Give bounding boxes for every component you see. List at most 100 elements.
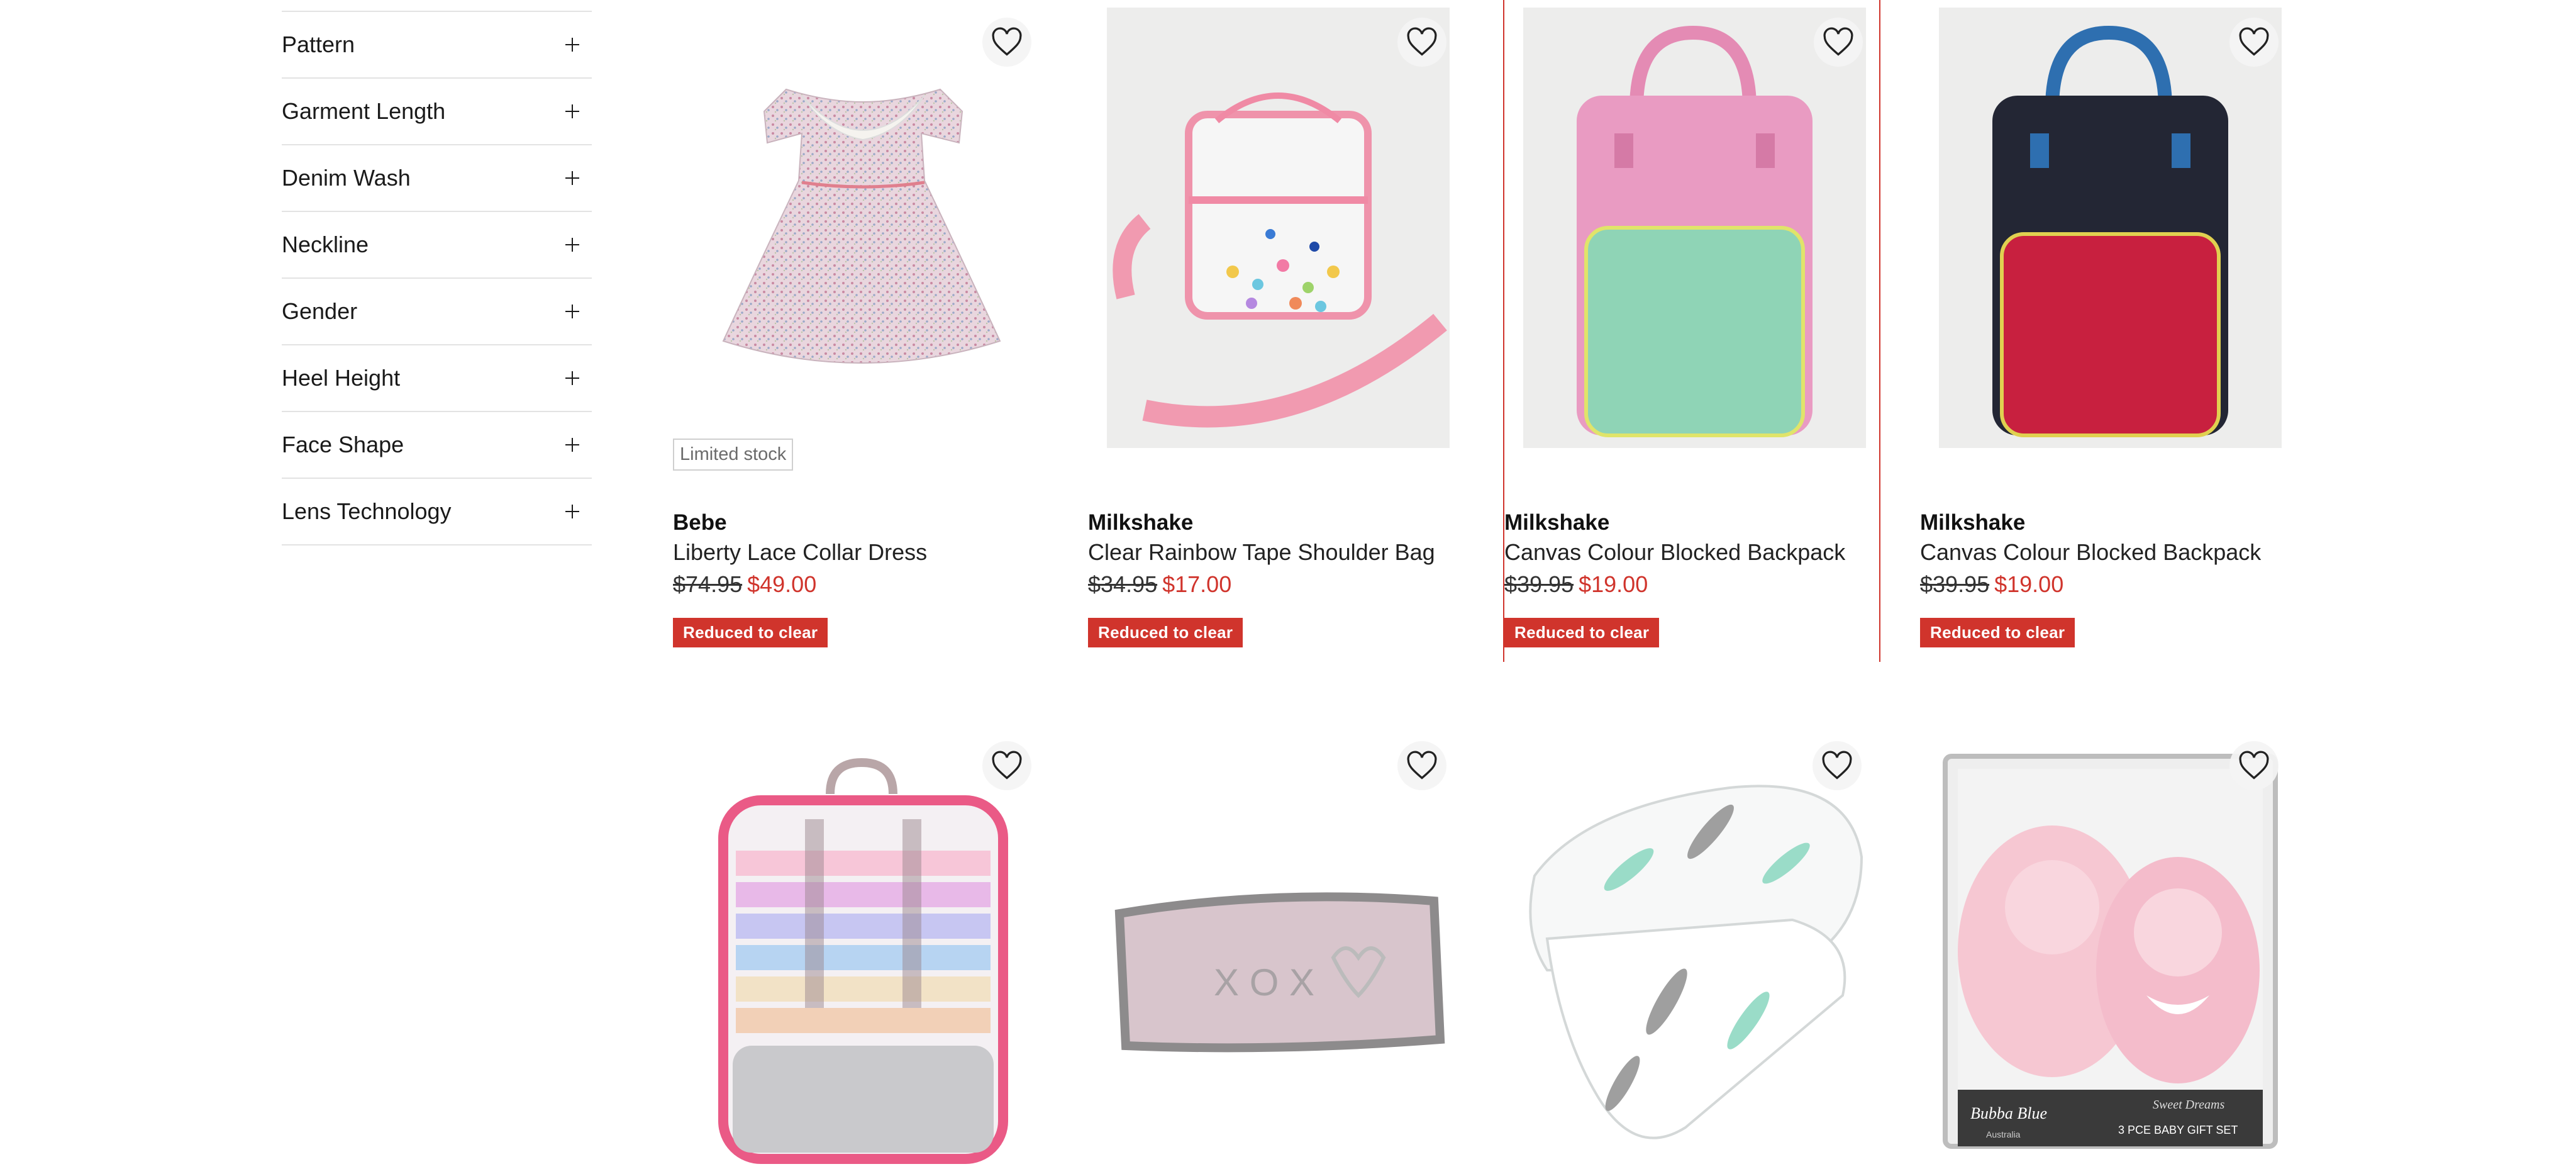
- filter-face-shape[interactable]: Face Shape: [282, 412, 592, 479]
- wishlist-button[interactable]: [1397, 741, 1446, 790]
- sale-price: $49.00: [747, 571, 817, 597]
- wishlist-button[interactable]: [2229, 18, 2279, 67]
- product-image-link[interactable]: [1088, 0, 1465, 448]
- clear-shoulder-bag-image: [1107, 8, 1450, 448]
- wishlist-button[interactable]: [2229, 741, 2279, 790]
- product-price: $39.95 $19.00: [1920, 568, 2297, 601]
- product-image-link[interactable]: [1920, 0, 2297, 448]
- heart-outline-icon: [2239, 27, 2269, 56]
- product-image-link[interactable]: [1504, 0, 1882, 448]
- filter-pattern[interactable]: Pattern: [282, 12, 592, 79]
- filter-label: Gender: [282, 298, 358, 324]
- product-name[interactable]: Liberty Lace Collar Dress: [673, 537, 1050, 568]
- product-image-link[interactable]: Limited stock: [673, 0, 1050, 471]
- heart-outline-icon: [1407, 751, 1437, 780]
- filter-garment-length[interactable]: Garment Length: [282, 79, 592, 145]
- svg-text:X O X: X O X: [1214, 961, 1314, 1004]
- product-name[interactable]: Canvas Colour Blocked Backpack: [1504, 537, 1882, 568]
- product-card[interactable]: [673, 724, 1050, 1169]
- product-info: Milkshake Clear Rainbow Tape Shoulder Ba…: [1088, 508, 1465, 647]
- sale-price: $17.00: [1162, 571, 1232, 597]
- heart-outline-icon: [1407, 27, 1437, 56]
- filter-label: Neckline: [282, 232, 369, 257]
- product-card[interactable]: Bubba Blue Australia Sweet Dreams 3 PCE …: [1920, 724, 2297, 1169]
- product-name[interactable]: Canvas Colour Blocked Backpack: [1920, 537, 2297, 568]
- product-card[interactable]: Milkshake Canvas Colour Blocked Backpack…: [1503, 0, 1880, 662]
- product-image-link[interactable]: Bubba Blue Australia Sweet Dreams 3 PCE …: [1920, 724, 2297, 1169]
- product-info: Milkshake Canvas Colour Blocked Backpack…: [1504, 508, 1882, 647]
- product-brand[interactable]: Milkshake: [1920, 508, 2297, 537]
- product-info: Bebe Liberty Lace Collar Dress $74.95 $49…: [673, 508, 1050, 647]
- product-image-link[interactable]: [673, 724, 1050, 1169]
- heart-outline-icon: [992, 27, 1022, 56]
- reduced-badge: Reduced to clear: [1504, 618, 1660, 647]
- plus-icon[interactable]: [565, 438, 579, 452]
- limited-stock-tag: Limited stock: [673, 439, 794, 471]
- pink-backpack-image: [1523, 8, 1866, 448]
- sale-price: $19.00: [1994, 571, 2064, 597]
- product-brand[interactable]: Milkshake: [1504, 508, 1882, 537]
- product-card[interactable]: Limited stock Bebe Liberty Lace Collar D…: [673, 0, 1050, 647]
- wishlist-button[interactable]: [1813, 741, 1862, 790]
- was-price: $34.95: [1088, 571, 1158, 597]
- wishlist-button[interactable]: [982, 18, 1031, 67]
- reduced-badge: Reduced to clear: [1920, 618, 2075, 647]
- filter-sidebar: Pattern Garment Length Denim Wash Neckli…: [282, 11, 592, 545]
- plus-icon[interactable]: [565, 171, 579, 185]
- filter-neckline[interactable]: Neckline: [282, 212, 592, 279]
- wishlist-button[interactable]: [982, 741, 1031, 790]
- package-brand-subtext: Australia: [1986, 1129, 2021, 1139]
- product-card[interactable]: Milkshake Clear Rainbow Tape Shoulder Ba…: [1088, 0, 1465, 647]
- product-image-link[interactable]: [1503, 724, 1880, 1169]
- clear-rainbow-backpack-image: [718, 758, 1008, 1164]
- product-card[interactable]: [1503, 724, 1880, 1169]
- plus-icon[interactable]: [565, 305, 579, 318]
- product-card[interactable]: X O X: [1088, 724, 1465, 1169]
- reduced-badge: Reduced to clear: [1088, 618, 1243, 647]
- was-price: $74.95: [673, 571, 743, 597]
- product-image-link[interactable]: X O X: [1088, 724, 1465, 1169]
- bunny-gift-set-image: Bubba Blue Australia Sweet Dreams 3 PCE …: [1943, 754, 2278, 1149]
- product-price: $74.95 $49.00: [673, 568, 1050, 601]
- package-brand-text: Bubba Blue: [1970, 1104, 2047, 1122]
- filter-label: Lens Technology: [282, 498, 452, 524]
- heart-outline-icon: [1822, 751, 1852, 780]
- filter-label: Pattern: [282, 31, 355, 57]
- plus-icon[interactable]: [565, 505, 579, 518]
- sale-price: $19.00: [1579, 571, 1648, 597]
- floral-dress-image: [722, 88, 1001, 364]
- was-price: $39.95: [1920, 571, 1990, 597]
- filter-label: Garment Length: [282, 98, 446, 124]
- filter-label: Face Shape: [282, 432, 404, 457]
- plus-icon[interactable]: [565, 238, 579, 252]
- filter-label: Denim Wash: [282, 165, 411, 191]
- filter-denim-wash[interactable]: Denim Wash: [282, 145, 592, 212]
- product-brand[interactable]: Milkshake: [1088, 508, 1465, 537]
- product-listing-page: Pattern Garment Length Denim Wash Neckli…: [0, 0, 2576, 1169]
- was-price: $39.95: [1504, 571, 1574, 597]
- package-title-text: Sweet Dreams: [2153, 1098, 2224, 1112]
- package-subtitle-text: 3 PCE BABY GIFT SET: [2118, 1124, 2238, 1136]
- filter-gender[interactable]: Gender: [282, 279, 592, 345]
- product-info: Milkshake Canvas Colour Blocked Backpack…: [1920, 508, 2297, 647]
- feather-swaddle-wraps-image: [1529, 785, 1863, 1139]
- heart-outline-icon: [1823, 27, 1853, 56]
- pink-knit-blanket-image: X O X: [1114, 892, 1445, 1053]
- product-card[interactable]: Milkshake Canvas Colour Blocked Backpack…: [1920, 0, 2297, 647]
- product-brand[interactable]: Bebe: [673, 508, 1050, 537]
- product-price: $39.95 $19.00: [1504, 568, 1882, 601]
- heart-outline-icon: [2239, 751, 2269, 780]
- navy-backpack-image: [1939, 8, 2282, 448]
- filter-lens-technology[interactable]: Lens Technology: [282, 479, 592, 545]
- filter-heel-height[interactable]: Heel Height: [282, 345, 592, 412]
- product-name[interactable]: Clear Rainbow Tape Shoulder Bag: [1088, 537, 1465, 568]
- reduced-badge: Reduced to clear: [673, 618, 828, 647]
- filter-label: Heel Height: [282, 365, 401, 391]
- wishlist-button[interactable]: [1397, 18, 1446, 67]
- plus-icon[interactable]: [565, 104, 579, 118]
- plus-icon[interactable]: [565, 38, 579, 52]
- plus-icon[interactable]: [565, 371, 579, 385]
- product-price: $34.95 $17.00: [1088, 568, 1465, 601]
- heart-outline-icon: [992, 751, 1022, 780]
- wishlist-button[interactable]: [1814, 18, 1863, 67]
